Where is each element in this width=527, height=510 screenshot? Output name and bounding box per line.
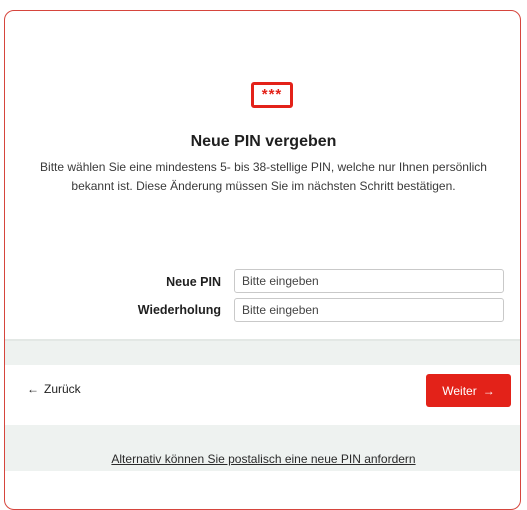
repeat-pin-label: Wiederholung: [137, 303, 221, 317]
new-pin-label: Neue PIN: [166, 275, 221, 289]
next-button[interactable]: Weiter →: [426, 374, 511, 407]
page-description: Bitte wählen Sie eine mindestens 5- bis …: [40, 160, 487, 193]
postal-pin-link[interactable]: Alternativ können Sie postalisch eine ne…: [5, 452, 520, 466]
pin-asterisks-icon: ***: [251, 82, 293, 108]
divider-band: [5, 339, 520, 365]
back-link[interactable]: ← Zurück: [27, 382, 81, 396]
page-title: Neue PIN vergeben: [190, 133, 337, 150]
arrow-left-icon: ←: [27, 382, 39, 396]
back-label: Zurück: [44, 382, 81, 396]
next-label: Weiter: [442, 383, 477, 398]
arrow-right-icon: →: [482, 383, 495, 398]
pin-dialog: *** Neue PIN vergeben Bitte wählen Sie e…: [4, 10, 521, 510]
new-pin-input[interactable]: [234, 269, 504, 293]
repeat-pin-input[interactable]: [234, 298, 504, 322]
